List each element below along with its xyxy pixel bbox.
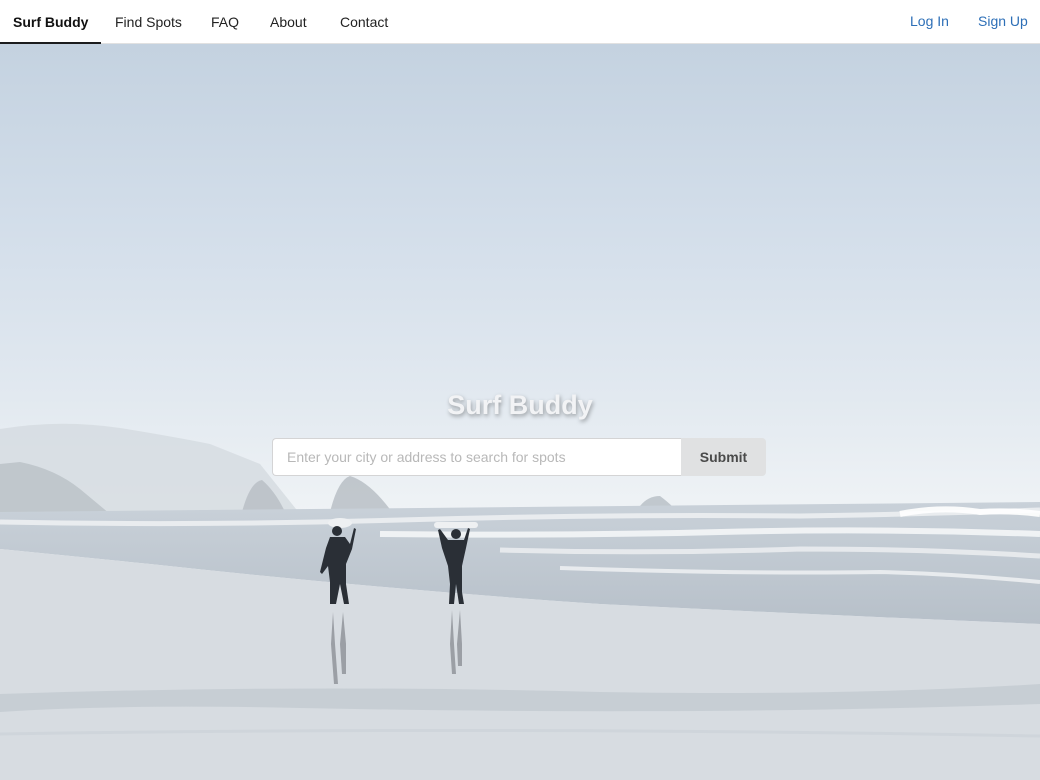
hero-title: Surf Buddy: [447, 390, 593, 420]
submit-button[interactable]: Submit: [681, 438, 766, 476]
hero-section: Surf Buddy Submit: [0, 44, 1040, 780]
signup-link[interactable]: Sign Up: [965, 0, 1040, 44]
nav-contact-link[interactable]: Contact: [327, 0, 401, 44]
nav-faq-link[interactable]: FAQ: [198, 0, 252, 44]
nav-about-link[interactable]: About: [257, 0, 320, 44]
search-input[interactable]: [272, 438, 681, 476]
nav-brand-link[interactable]: Surf Buddy: [0, 0, 102, 44]
login-link[interactable]: Log In: [897, 0, 962, 44]
search-form: Submit: [272, 438, 766, 476]
nav-find-spots-link[interactable]: Find Spots: [102, 0, 195, 44]
top-navbar: Surf Buddy Find Spots FAQ About Contact …: [0, 0, 1040, 44]
